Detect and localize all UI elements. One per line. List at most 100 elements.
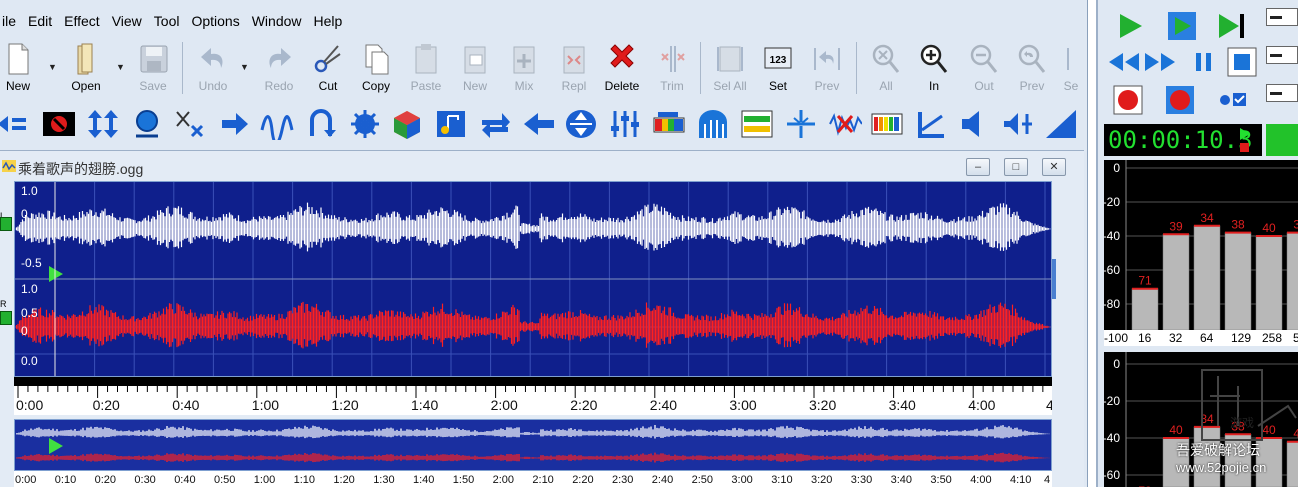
zoom-in-button[interactable]: In (910, 38, 958, 96)
silence-button[interactable] (174, 106, 208, 142)
mixer-button[interactable] (608, 106, 642, 142)
split-button[interactable] (784, 106, 818, 142)
redo-button[interactable]: Redo (255, 38, 303, 96)
set-button[interactable]: 123 Set (754, 38, 802, 96)
menu-help[interactable]: Help (308, 9, 349, 33)
vertical-scroll-thumb[interactable] (1052, 259, 1056, 299)
new-dropdown-icon[interactable]: ▼ (48, 62, 58, 72)
stop-icon (1227, 47, 1257, 77)
flanger-button[interactable] (348, 106, 382, 142)
cut-button[interactable]: Cut (304, 38, 352, 96)
record-options-button[interactable] (1214, 84, 1250, 116)
prev-selection-button[interactable]: Prev (803, 38, 851, 96)
split-icon (787, 110, 815, 138)
new-button[interactable]: New (0, 38, 42, 96)
analyze-button[interactable] (740, 106, 774, 142)
overview-tick-label: 3:50 (930, 474, 952, 486)
rewind-button[interactable] (1106, 46, 1142, 78)
reverse-button[interactable] (304, 106, 338, 142)
normalize-button[interactable] (86, 106, 120, 142)
ruler-tick-label: 2:00 (490, 397, 518, 413)
level-toggle-1[interactable] (1266, 8, 1298, 26)
menu-effect[interactable]: Effect (58, 9, 106, 33)
arch-icon (699, 110, 727, 138)
play-button[interactable] (1112, 10, 1148, 42)
overview-tick-label: 2:40 (651, 474, 674, 486)
fade-left-button[interactable] (0, 106, 30, 142)
new-label: New (5, 79, 30, 93)
redo-label: Redo (264, 79, 294, 93)
stop-button[interactable] (1224, 46, 1260, 78)
loop-button[interactable] (478, 106, 512, 142)
zoom-prev-button[interactable]: Prev (1008, 38, 1056, 96)
fade-triangle-icon (1046, 110, 1076, 138)
zoom-all-button[interactable]: All (862, 38, 910, 96)
paste-new-button[interactable]: New (451, 38, 499, 96)
stereo-button[interactable] (696, 106, 730, 142)
move-left-button[interactable] (522, 106, 556, 142)
pause-button[interactable] (1186, 46, 1222, 78)
dc-offset-button[interactable] (130, 106, 164, 142)
close-button[interactable]: ✕ (1042, 158, 1066, 176)
open-dropdown-icon[interactable]: ▼ (116, 62, 126, 72)
menu-options[interactable]: Options (185, 9, 245, 33)
spectrum-y-label: -20 (1104, 394, 1120, 408)
rewind-icon (1109, 53, 1139, 71)
insert-silence-button[interactable] (218, 106, 252, 142)
menu-edit[interactable]: Edit (22, 9, 58, 33)
music-note-icon (437, 111, 465, 137)
set-label: Set (768, 79, 787, 93)
paste-button[interactable]: Paste (402, 38, 450, 96)
color-bars-button[interactable] (870, 106, 904, 142)
mute-button[interactable] (42, 106, 76, 142)
insert-arrow-icon (222, 113, 248, 135)
spectrum-y-label: -40 (1104, 431, 1120, 445)
record-button[interactable] (1110, 84, 1146, 116)
volume-button[interactable] (958, 106, 992, 142)
record-new-button[interactable] (1162, 84, 1198, 116)
save-button[interactable]: Save (129, 38, 177, 96)
select-all-button[interactable]: Sel All (706, 38, 754, 96)
amplify-button[interactable] (564, 106, 598, 142)
menu-window[interactable]: Window (246, 9, 308, 33)
undo-dropdown-icon[interactable]: ▼ (240, 62, 250, 72)
mix-paste-icon (513, 46, 535, 74)
menu-view[interactable]: View (106, 9, 148, 33)
minimize-button[interactable]: – (966, 158, 990, 176)
waveform-view[interactable]: 1.0 0 -0.5 1.0 0.5 0 0.0 (14, 181, 1052, 377)
midi-button[interactable] (434, 106, 468, 142)
maximize-button[interactable]: □ (1004, 158, 1028, 176)
envelope-button[interactable] (914, 106, 948, 142)
eq-graph-button[interactable] (390, 106, 424, 142)
mix-paste-button[interactable]: Mix (500, 38, 548, 96)
undo-button[interactable]: Undo (189, 38, 237, 96)
fade-in-button[interactable] (1044, 106, 1078, 142)
level-toggle-2[interactable] (1266, 46, 1298, 64)
zoom-out-button[interactable]: Out (960, 38, 1008, 96)
spectrum-y-label: -20 (1104, 195, 1120, 209)
play-selection-button[interactable] (1164, 10, 1200, 42)
undo-arrow-icon (201, 48, 223, 68)
replace-button[interactable]: Repl (550, 38, 598, 96)
copy-button[interactable]: Copy (352, 38, 400, 96)
left-channel-toggle[interactable] (0, 217, 12, 231)
pan-button[interactable] (1000, 106, 1034, 142)
open-button[interactable]: Open (62, 38, 110, 96)
menu-tool[interactable]: Tool (148, 9, 186, 33)
mute-icon (43, 112, 75, 136)
right-channel-wave (15, 301, 1051, 349)
right-channel-toggle[interactable] (0, 311, 12, 325)
spectrum-button[interactable] (652, 106, 686, 142)
overview-waveform[interactable] (14, 419, 1052, 471)
menu-file[interactable]: ile (0, 9, 22, 33)
loop-arrows-icon (482, 113, 510, 138)
time-ruler[interactable]: 0:00 0:20 0:40 1:00 1:20 1:40 2:00 2:20 2:40 3:00… (14, 377, 1054, 415)
noise-reduction-button[interactable] (828, 106, 862, 142)
pitch-button[interactable] (260, 106, 294, 142)
play-to-end-button[interactable] (1214, 10, 1250, 42)
level-toggle-3[interactable] (1266, 84, 1298, 102)
zoom-selection-button[interactable]: Se (1056, 38, 1086, 96)
fast-forward-button[interactable] (1142, 46, 1178, 78)
trim-button[interactable]: Trim (648, 38, 696, 96)
delete-button[interactable]: Delete (598, 38, 646, 96)
